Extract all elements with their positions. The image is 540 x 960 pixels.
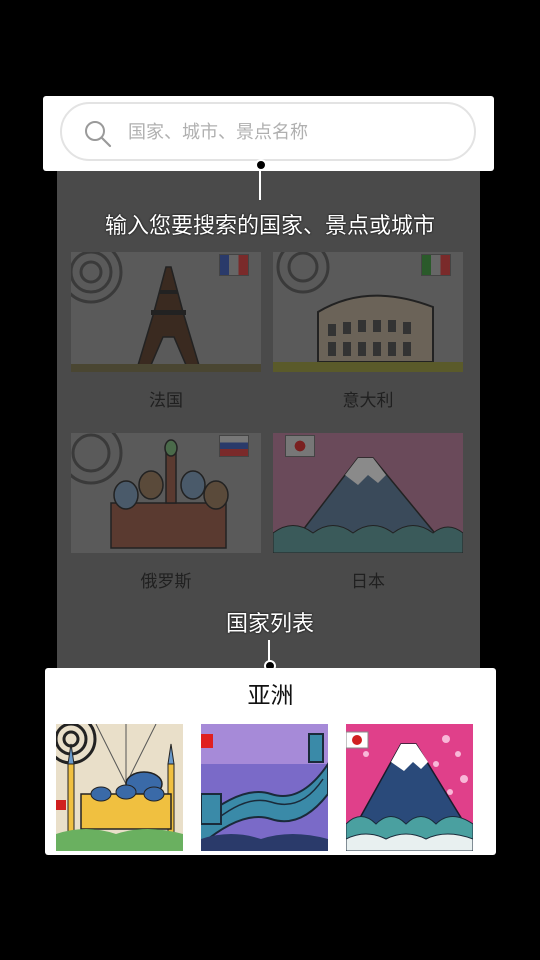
country-card-russia[interactable]: 俄罗斯 xyxy=(71,433,261,593)
search-input[interactable] xyxy=(126,115,450,149)
country-label: 俄罗斯 xyxy=(140,572,192,592)
country-label: 日本 xyxy=(351,572,385,592)
colosseum-image xyxy=(273,252,463,372)
search-field[interactable] xyxy=(60,102,476,161)
country-grid-dimmed: 法国 意大利 俄罗斯 日本 xyxy=(57,170,480,668)
search-pointer-dot xyxy=(255,159,267,171)
japan-flag-icon xyxy=(285,435,315,457)
asia-thumb-great-wall[interactable] xyxy=(201,724,328,851)
italy-flag-icon xyxy=(421,254,451,276)
section-title: 亚洲 xyxy=(247,683,294,709)
search-tip-text: 输入您要搜索的国家、景点或城市 xyxy=(104,214,435,239)
mount-fuji-image xyxy=(273,433,463,553)
search-highlight-panel xyxy=(43,96,494,171)
search-pointer-line xyxy=(259,170,261,200)
asia-thumb-mount-fuji[interactable] xyxy=(346,724,473,851)
country-list-tip-text: 国家列表 xyxy=(225,612,314,637)
saint-basils-cathedral-image xyxy=(71,433,261,553)
asia-section: 亚洲 xyxy=(45,668,496,855)
france-flag-icon xyxy=(219,254,249,276)
country-label: 意大利 xyxy=(342,391,394,411)
search-icon xyxy=(84,120,112,152)
eiffel-tower-image xyxy=(71,252,261,372)
russia-flag-icon xyxy=(219,435,249,457)
asia-thumb-blue-mosque[interactable] xyxy=(56,724,183,851)
country-card-france[interactable]: 法国 xyxy=(71,252,261,412)
country-label: 法国 xyxy=(149,391,183,411)
country-card-japan[interactable]: 日本 xyxy=(273,433,463,593)
country-card-italy[interactable]: 意大利 xyxy=(273,252,463,412)
